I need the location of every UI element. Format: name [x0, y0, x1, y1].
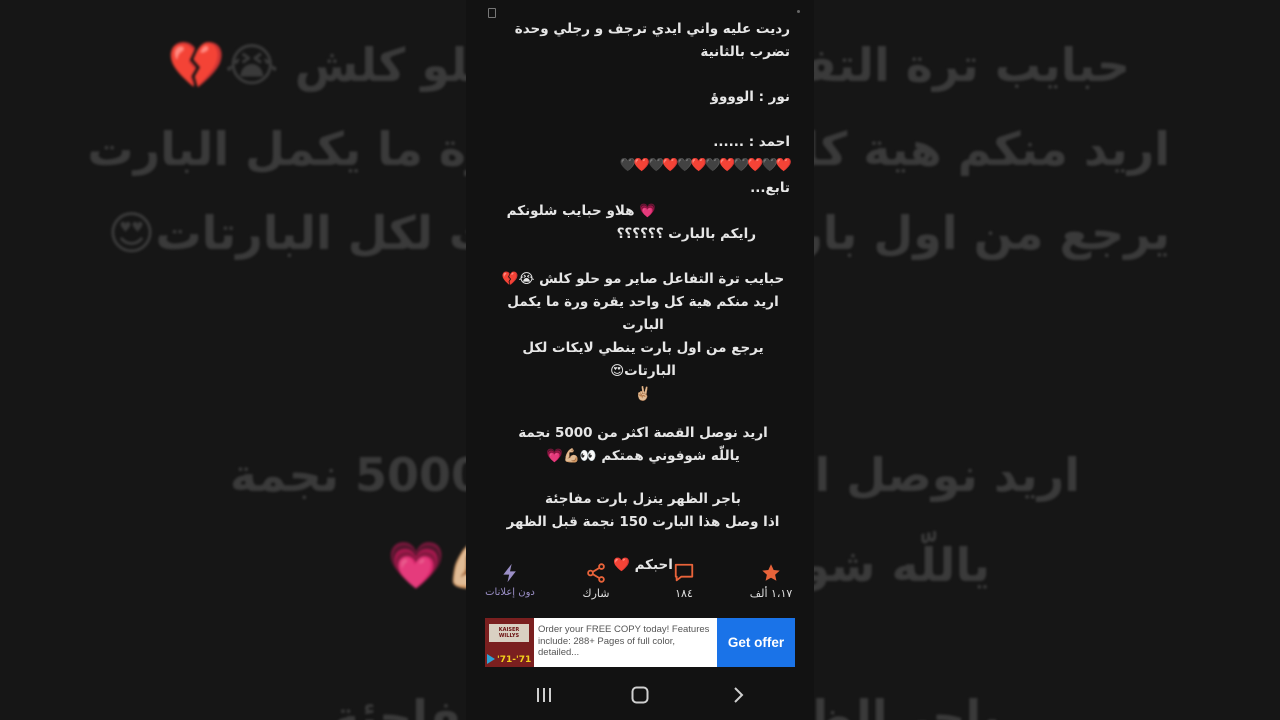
- play-icon: [487, 654, 495, 664]
- get-offer-button[interactable]: Get offer: [717, 618, 795, 667]
- share-button[interactable]: شارك: [556, 562, 636, 600]
- comment-icon: [644, 562, 724, 586]
- story-paragraph: حبايب ترة التفاعل صاير مو حلو كلش 😭💔: [501, 271, 785, 287]
- story-paragraph: رديت عليه واني ايدي ترجف و رجلي وحدة تضر…: [514, 21, 790, 60]
- ad-description: Order your FREE COPY today! Features inc…: [538, 624, 710, 658]
- story-paragraph: نور : الوووؤ: [710, 89, 790, 105]
- star-icon: [731, 562, 811, 586]
- ad-thumb-years: '71-'71: [497, 655, 532, 665]
- vote-count: ١،١٧ ألف: [749, 587, 793, 600]
- ad-thumbnail: KAISER WILLYS '71-'71: [485, 618, 534, 667]
- recent-apps-icon[interactable]: [532, 684, 556, 706]
- notification-icon: [488, 8, 496, 18]
- story-paragraph: 💗 هلاو حبايب شلونكم: [506, 203, 656, 219]
- story-paragraph: ✌🏼: [634, 386, 652, 402]
- story-paragraph: احمد : ......: [713, 134, 790, 150]
- vote-button[interactable]: ١،١٧ ألف: [731, 562, 811, 600]
- share-label: شارك: [582, 587, 610, 600]
- comment-count: ١٨٤: [675, 587, 693, 600]
- lightning-icon: [470, 562, 550, 586]
- hearts-divider: ❤️🖤❤️🖤❤️🖤❤️🖤❤️🖤❤️🖤: [619, 158, 792, 173]
- no-ads-button[interactable]: دون إعلانات: [470, 562, 550, 598]
- story-paragraph: يرجع من اول بارت ينطي لايكات لكل البارتا…: [522, 340, 764, 379]
- comment-button[interactable]: ١٨٤: [644, 562, 724, 600]
- story-paragraph: اريد نوصل القصة اكثر من 5000 نجمة: [518, 425, 768, 441]
- story-text: رديت عليه واني ايدي ترجف و رجلي وحدة تضر…: [496, 18, 792, 577]
- story-paragraph: ياللّه شوفوني همتكم 👀💪🏼💗: [546, 448, 740, 464]
- home-icon[interactable]: [628, 684, 652, 706]
- story-paragraph: تابع...: [750, 180, 790, 196]
- status-dot-icon: [797, 10, 800, 13]
- action-bar: ١،١٧ ألف ١٨٤ شارك دون إعلانات: [466, 562, 814, 608]
- back-icon[interactable]: [726, 684, 750, 706]
- story-paragraph: اذا وصل هذا البارت 150 نجمة قبل الظهر: [506, 514, 780, 530]
- story-paragraph: رايكم بالبارت ؟؟؟؟؟؟: [616, 226, 756, 242]
- navigation-bar: [466, 676, 814, 716]
- story-paragraph: اريد منكم هية كل واحد يقرة ورة ما يكمل ا…: [507, 294, 779, 333]
- phone-screen: رديت عليه واني ايدي ترجف و رجلي وحدة تضر…: [466, 0, 814, 720]
- share-icon: [556, 562, 636, 586]
- no-ads-label: دون إعلانات: [485, 587, 535, 598]
- ad-banner[interactable]: KAISER WILLYS '71-'71 Order your FREE CO…: [485, 618, 795, 667]
- ad-thumb-title: KAISER WILLYS: [489, 624, 529, 642]
- story-paragraph: باجر الظهر ينزل بارت مفاجئة: [545, 491, 741, 507]
